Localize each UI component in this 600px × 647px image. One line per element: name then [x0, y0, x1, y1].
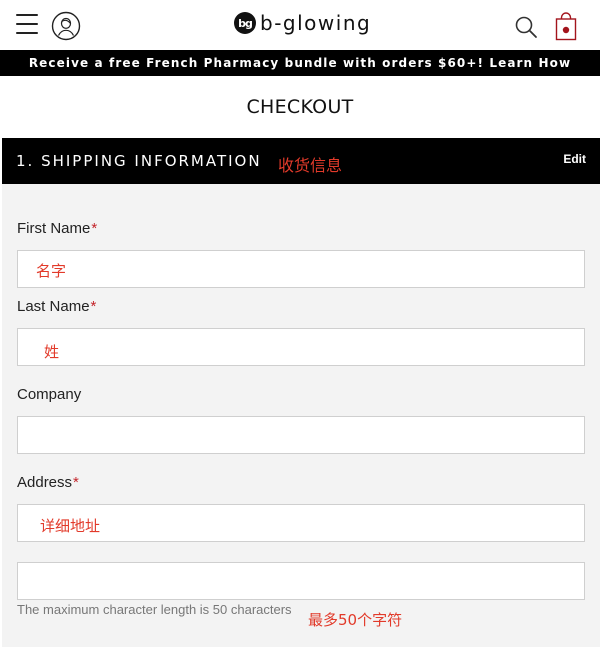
- edit-link[interactable]: Edit: [563, 152, 586, 166]
- required-marker: *: [73, 474, 79, 491]
- character-limit-hint: The maximum character length is 50 chara…: [17, 602, 292, 617]
- top-navigation-bar: bg b-glowing: [0, 0, 600, 50]
- required-marker: *: [90, 298, 97, 315]
- page-title: CHECKOUT: [246, 96, 354, 118]
- address-line-2-field[interactable]: [17, 562, 585, 600]
- cart-icon[interactable]: [555, 11, 577, 41]
- address-field[interactable]: [17, 504, 585, 542]
- section-annotation: 收货信息: [278, 156, 343, 175]
- first-name-field[interactable]: [17, 250, 585, 288]
- first-name-label-text: First Name: [17, 220, 91, 237]
- address-label-text: Address: [17, 474, 73, 491]
- brand-logo[interactable]: bg b-glowing: [234, 11, 371, 35]
- menu-icon[interactable]: [16, 14, 38, 34]
- promo-banner[interactable]: Receive a free French Pharmacy bundle wi…: [0, 50, 600, 76]
- account-icon[interactable]: [51, 11, 81, 41]
- character-limit-annotation: 最多50个字符: [308, 611, 403, 629]
- last-name-label: Last Name*: [17, 298, 96, 315]
- last-name-field[interactable]: [17, 328, 585, 366]
- company-field[interactable]: [17, 416, 585, 454]
- logo-text: b-glowing: [260, 11, 372, 35]
- company-label: Company: [17, 386, 82, 403]
- search-icon[interactable]: [514, 15, 538, 39]
- logo-mark: bg: [234, 12, 256, 34]
- last-name-label-text: Last Name: [17, 298, 90, 315]
- address-label: Address*: [17, 474, 79, 491]
- section-title: 1. SHIPPING INFORMATION: [16, 152, 262, 170]
- shipping-section-header: 1. SHIPPING INFORMATION 收货信息 Edit: [2, 138, 600, 184]
- shipping-form: First Name* 名字 Last Name* 姓 Company Addr…: [2, 184, 600, 647]
- first-name-label: First Name*: [17, 220, 97, 237]
- required-marker: *: [91, 220, 98, 237]
